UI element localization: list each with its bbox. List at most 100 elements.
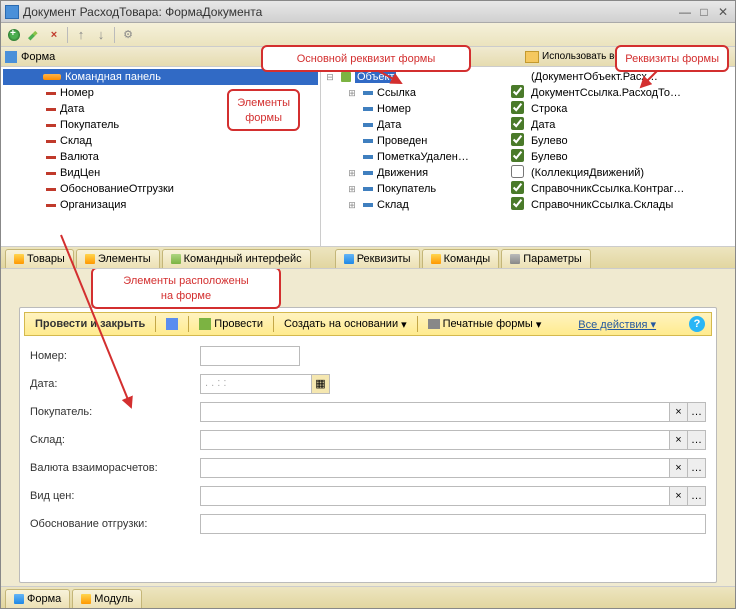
- minimize-button[interactable]: —: [677, 5, 693, 19]
- tab-module[interactable]: Модуль: [72, 589, 142, 608]
- lookup-button[interactable]: …: [687, 459, 705, 477]
- use-checkbox[interactable]: [511, 197, 524, 210]
- tree-item-склад[interactable]: Склад: [3, 133, 318, 149]
- use-checkbox[interactable]: [511, 101, 524, 114]
- tab-elements[interactable]: Элементы: [76, 249, 160, 268]
- print-button[interactable]: Печатные формы ▾: [424, 317, 546, 332]
- use-checkbox[interactable]: [511, 149, 524, 162]
- field-input[interactable]: …×: [200, 402, 706, 422]
- clear-button[interactable]: ×: [669, 403, 687, 421]
- use-checkbox[interactable]: [511, 117, 524, 130]
- tab-form[interactable]: Форма: [5, 589, 70, 608]
- lookup-button[interactable]: …: [687, 403, 705, 421]
- minus-icon: [46, 188, 56, 191]
- req-row[interactable]: ⊞СкладСправочникСсылка.Склады: [323, 197, 733, 213]
- clear-button[interactable]: ×: [669, 431, 687, 449]
- use-checkbox[interactable]: [511, 181, 524, 194]
- tree-item-организация[interactable]: Организация: [3, 197, 318, 213]
- preview-area: Элементы расположены на форме Провести и…: [1, 269, 735, 586]
- create-base-button[interactable]: Создать на основании ▾: [280, 317, 411, 332]
- tab-params[interactable]: Параметры: [501, 249, 591, 268]
- tab-tovary[interactable]: Товары: [5, 249, 74, 268]
- lookup-button[interactable]: …: [687, 431, 705, 449]
- maximize-button[interactable]: □: [696, 5, 712, 19]
- expander-icon[interactable]: ⊞: [347, 184, 357, 195]
- tab-cmd-interface[interactable]: Командный интерфейс: [162, 249, 311, 268]
- minus-icon: [46, 204, 56, 207]
- req-label: Дата: [377, 119, 401, 131]
- field-row: Дата:. . : :▦: [30, 374, 706, 394]
- req-row[interactable]: ПроведенБулево: [323, 133, 733, 149]
- field-label: Дата:: [30, 378, 200, 390]
- titlebar: Документ РасходТовара: ФормаДокумента — …: [1, 1, 735, 23]
- down-button[interactable]: ↓: [92, 26, 110, 44]
- add-button[interactable]: [5, 26, 23, 44]
- calendar-icon[interactable]: ▦: [311, 375, 329, 393]
- field-input[interactable]: . . : :▦: [200, 374, 330, 394]
- tree-item-валюта[interactable]: Валюта: [3, 149, 318, 165]
- clear-button[interactable]: ×: [669, 487, 687, 505]
- callout-form-req: Реквизиты формы: [615, 45, 729, 72]
- object-root[interactable]: Объект: [355, 71, 396, 83]
- tree-item-обоснованиеотгрузки[interactable]: ОбоснованиеОтгрузки: [3, 181, 318, 197]
- tab-commands[interactable]: Команды: [422, 249, 500, 268]
- preview-form: Провести и закрыть Провести Создать на о…: [19, 307, 717, 583]
- props-button[interactable]: ⚙: [119, 26, 137, 44]
- window-title: Документ РасходТовара: ФормаДокумента: [23, 5, 677, 19]
- field-input[interactable]: [200, 346, 300, 366]
- conduct-close-button[interactable]: Провести и закрыть: [31, 317, 149, 331]
- field-label: Покупатель:: [30, 406, 200, 418]
- tree-item-label: Покупатель: [60, 119, 119, 131]
- use-checkbox[interactable]: [511, 133, 524, 146]
- printer-icon: [428, 319, 440, 329]
- edit-button[interactable]: [25, 26, 43, 44]
- separator: [67, 27, 68, 43]
- tree-item-label: Номер: [60, 87, 94, 99]
- req-row[interactable]: НомерСтрока: [323, 101, 733, 117]
- tab-icon: [85, 254, 95, 264]
- expander-icon[interactable]: ⊞: [347, 168, 357, 179]
- minus-icon: [46, 92, 56, 95]
- field-input[interactable]: …×: [200, 486, 706, 506]
- field-row: Номер:: [30, 346, 706, 366]
- expander-icon[interactable]: ⊟: [325, 72, 335, 83]
- field-input[interactable]: …×: [200, 430, 706, 450]
- delete-button[interactable]: ×: [45, 26, 63, 44]
- expander-icon[interactable]: ⊞: [347, 200, 357, 211]
- lookup-button[interactable]: …: [687, 487, 705, 505]
- requisites-tree[interactable]: ⊟Объект(ДокументОбъект.Расх…⊞СсылкаДокум…: [321, 67, 735, 246]
- field-row: Обоснование отгрузки:: [30, 514, 706, 534]
- field-icon: [363, 91, 373, 95]
- tree-item-label: Дата: [60, 103, 84, 115]
- use-checkbox[interactable]: [511, 165, 524, 178]
- expander-icon[interactable]: ⊞: [347, 88, 357, 99]
- tab-requisites[interactable]: Реквизиты: [335, 249, 420, 268]
- field-label: Номер:: [30, 350, 200, 362]
- all-actions-link[interactable]: Все действия ▾: [578, 318, 656, 331]
- field-row: Склад:…×: [30, 430, 706, 450]
- type-label: ДокументСсылка.РасходТо…: [531, 87, 733, 99]
- field-input[interactable]: …×: [200, 458, 706, 478]
- field-row: Покупатель:…×: [30, 402, 706, 422]
- conduct-button[interactable]: Провести: [195, 317, 267, 331]
- up-button[interactable]: ↑: [72, 26, 90, 44]
- field-row: Вид цен:…×: [30, 486, 706, 506]
- req-row[interactable]: ⊞ПокупательСправочникСсылка.Контраг…: [323, 181, 733, 197]
- req-row[interactable]: ⊞Движения(КоллекцияДвижений): [323, 165, 733, 181]
- save-button[interactable]: [162, 317, 182, 331]
- help-button[interactable]: ?: [689, 316, 705, 332]
- main-toolbar: × ↑ ↓ ⚙: [1, 23, 735, 47]
- x-icon: ×: [51, 29, 57, 41]
- field-input[interactable]: [200, 514, 706, 534]
- elements-panel: Форма Командная панельНомерДатаПокупател…: [1, 47, 321, 246]
- tree-item-видцен[interactable]: ВидЦен: [3, 165, 318, 181]
- clear-button[interactable]: ×: [669, 459, 687, 477]
- req-row[interactable]: ПометкаУдален…Булево: [323, 149, 733, 165]
- field-icon: [363, 155, 373, 159]
- req-row[interactable]: ⊞СсылкаДокументСсылка.РасходТо…: [323, 85, 733, 101]
- column-icon: [525, 51, 539, 63]
- use-checkbox[interactable]: [511, 85, 524, 98]
- callout-main-req: Основной реквизит формы: [261, 45, 471, 72]
- close-button[interactable]: ✕: [715, 5, 731, 19]
- req-row[interactable]: ДатаДата: [323, 117, 733, 133]
